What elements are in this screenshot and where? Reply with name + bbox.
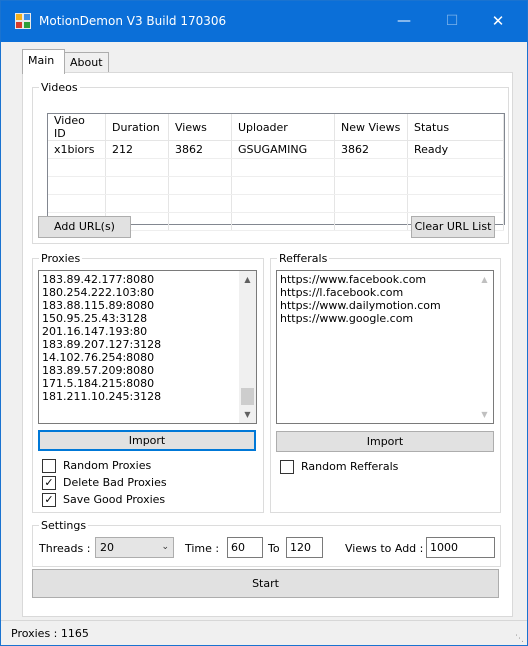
proxy-line: 150.95.25.43:3128 (42, 312, 148, 325)
table-row[interactable]: x1biors 212 3862 GSUGAMING 3862 Ready (48, 140, 504, 159)
save-good-proxies-check-icon[interactable]: ✓ (42, 493, 56, 507)
cell-uploader: GSUGAMING (231, 140, 335, 159)
tab-about[interactable]: About (64, 52, 109, 72)
status-bar: Proxies : 1165 ⋱ (1, 620, 527, 645)
scroll-thumb[interactable] (241, 388, 254, 405)
proxy-line: 183.89.207.127:3128 (42, 338, 162, 351)
proxy-line: 183.89.42.177:8080 (42, 273, 155, 286)
videos-table: Video ID Duration Views Uploader New Vie… (48, 114, 504, 231)
cell-video-id: x1biors (48, 140, 106, 159)
proxies-lines: 183.89.42.177:8080 180.254.222.103:80 183.… (42, 273, 161, 403)
proxy-line: 183.89.57.209:8080 (42, 364, 155, 377)
clear-url-list-button[interactable]: Clear URL List (411, 216, 495, 238)
time-label: Time : (185, 542, 220, 555)
random-proxies-check-icon[interactable] (42, 459, 56, 473)
delete-bad-proxies-label: Delete Bad Proxies (63, 476, 167, 489)
title-bar[interactable]: MotionDemon V3 Build 170306 — ☐ ✕ (1, 1, 527, 42)
random-referrals-check-icon[interactable] (280, 460, 294, 474)
maximize-icon: ☐ (445, 13, 459, 29)
scroll-up-arrow-icon[interactable]: ▲ (476, 271, 493, 288)
proxies-textarea[interactable]: 183.89.42.177:8080 180.254.222.103:80 183.… (38, 270, 257, 424)
column-header-duration[interactable]: Duration (105, 114, 169, 141)
tab-main[interactable]: Main (22, 49, 65, 74)
proxies-scrollbar[interactable]: ▲ ▼ (239, 271, 256, 423)
views-to-add-input[interactable]: 1000 (426, 537, 495, 558)
random-referrals-label: Random Refferals (301, 460, 399, 473)
time-from-input[interactable]: 60 (227, 537, 263, 558)
add-urls-button[interactable]: Add URL(s) (38, 216, 131, 238)
referral-line: https://www.facebook.com (280, 273, 427, 286)
table-row-empty (48, 158, 504, 177)
save-good-proxies-label: Save Good Proxies (63, 493, 166, 506)
delete-bad-proxies-check-icon[interactable]: ✓ (42, 476, 56, 490)
referrals-group-label: Refferals (277, 252, 330, 265)
table-row-empty (48, 194, 504, 213)
minimize-icon: — (397, 13, 411, 29)
proxies-count-status: Proxies : 1165 (11, 627, 89, 640)
proxies-group-label: Proxies (39, 252, 83, 265)
minimize-button[interactable]: — (381, 1, 427, 42)
videos-list[interactable]: Video ID Duration Views Uploader New Vie… (47, 113, 505, 231)
column-header-views[interactable]: Views (168, 114, 232, 141)
referrals-lines: https://www.facebook.com https://l.facebo… (280, 273, 441, 325)
cell-duration: 212 (105, 140, 169, 159)
main-tab-panel: Videos Video ID Duration Views Uploader … (22, 72, 513, 617)
time-to-input[interactable]: 120 (286, 537, 323, 558)
referral-line: https://www.google.com (280, 312, 414, 325)
referrals-textarea[interactable]: https://www.facebook.com https://l.facebo… (276, 270, 494, 424)
scroll-down-arrow-icon[interactable]: ▼ (239, 406, 256, 423)
threads-select[interactable]: 20 ⌄ (95, 537, 174, 558)
settings-group-label: Settings (39, 519, 89, 532)
table-row-empty (48, 176, 504, 195)
referral-line: https://l.facebook.com (280, 286, 404, 299)
threads-value: 20 (100, 541, 114, 554)
random-proxies-label: Random Proxies (63, 459, 152, 472)
videos-header-row: Video ID Duration Views Uploader New Vie… (48, 114, 504, 141)
videos-group-label: Videos (39, 81, 80, 94)
column-header-uploader[interactable]: Uploader (231, 114, 335, 141)
app-window: MotionDemon V3 Build 170306 — ☐ ✕ Main A… (0, 0, 528, 646)
scroll-down-arrow-icon[interactable]: ▼ (476, 406, 493, 423)
referral-line: https://www.dailymotion.com (280, 299, 441, 312)
import-referrals-button[interactable]: Import (276, 431, 494, 452)
proxy-line: 181.211.10.245:3128 (42, 390, 162, 403)
window-title: MotionDemon V3 Build 170306 (39, 14, 227, 28)
referrals-scrollbar[interactable]: ▲ ▼ (476, 271, 493, 423)
threads-label: Threads : (39, 542, 91, 555)
views-to-add-label: Views to Add : (345, 542, 424, 555)
scroll-up-arrow-icon[interactable]: ▲ (239, 271, 256, 288)
proxy-line: 14.102.76.254:8080 (42, 351, 155, 364)
maximize-button[interactable]: ☐ (429, 1, 475, 42)
proxy-line: 183.88.115.89:8080 (42, 299, 155, 312)
column-header-new-views[interactable]: New Views (334, 114, 408, 141)
import-proxies-button[interactable]: Import (38, 430, 256, 451)
close-icon: ✕ (491, 12, 505, 30)
cell-views: 3862 (168, 140, 232, 159)
chevron-down-icon: ⌄ (161, 542, 169, 552)
close-button[interactable]: ✕ (475, 1, 521, 42)
app-icon (15, 13, 31, 29)
proxy-line: 180.254.222.103:80 (42, 286, 155, 299)
start-button[interactable]: Start (32, 569, 499, 598)
column-header-video-id[interactable]: Video ID (48, 114, 106, 141)
proxy-line: 171.5.184.215:8080 (42, 377, 155, 390)
proxy-line: 201.16.147.193:80 (42, 325, 148, 338)
resize-grip-icon[interactable]: ⋱ (515, 634, 525, 644)
cell-new-views: 3862 (334, 140, 408, 159)
cell-status: Ready (407, 140, 504, 159)
to-label: To (268, 542, 280, 555)
column-header-status[interactable]: Status (407, 114, 504, 141)
